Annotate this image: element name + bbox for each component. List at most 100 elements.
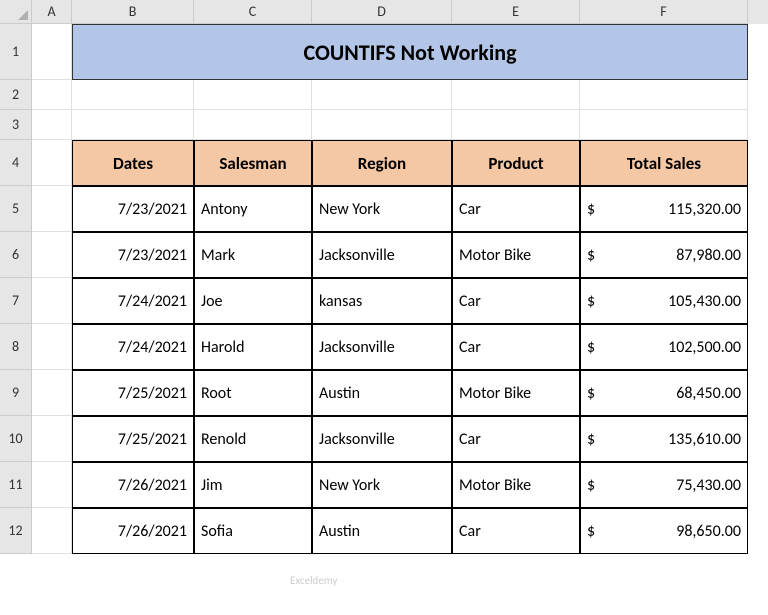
header-region[interactable]: Region — [312, 140, 452, 186]
row-header-8[interactable]: 8 — [0, 324, 32, 370]
watermark: Exceldemy — [290, 574, 337, 587]
table-row: 10 7/25/2021RenoldJacksonvilleCar$135,610… — [0, 416, 768, 462]
row-header-4[interactable]: 4 — [0, 140, 32, 186]
header-salesman[interactable]: Salesman — [194, 140, 312, 186]
cell-product[interactable]: Car — [452, 416, 580, 462]
cell-product[interactable]: Car — [452, 508, 580, 554]
row-header-11[interactable]: 11 — [0, 462, 32, 508]
cell-A10[interactable] — [32, 416, 72, 462]
cell-C3[interactable] — [194, 110, 312, 140]
cell-total-sales[interactable]: $87,980.00 — [580, 232, 748, 278]
cell-total-sales[interactable]: $68,450.00 — [580, 370, 748, 416]
cell-total-sales[interactable]: $115,320.00 — [580, 186, 748, 232]
cell-F2[interactable] — [580, 80, 748, 110]
cell-date[interactable]: 7/24/2021 — [72, 324, 194, 370]
cell-total-sales[interactable]: $135,610.00 — [580, 416, 748, 462]
col-header-D[interactable]: D — [312, 0, 452, 24]
cell-A6[interactable] — [32, 232, 72, 278]
table-row: 7 7/24/2021JoekansasCar$105,430.00 — [0, 278, 768, 324]
cell-date[interactable]: 7/23/2021 — [72, 186, 194, 232]
cell-region[interactable]: kansas — [312, 278, 452, 324]
cell-A12[interactable] — [32, 508, 72, 554]
table-row: 12 7/26/2021SofiaAustinCar$98,650.00 — [0, 508, 768, 554]
cell-product[interactable]: Motor Bike — [452, 462, 580, 508]
cell-date[interactable]: 7/25/2021 — [72, 416, 194, 462]
table-row: 5 7/23/2021AntonyNew YorkCar$115,320.00 — [0, 186, 768, 232]
cell-B3[interactable] — [72, 110, 194, 140]
cell-product[interactable]: Motor Bike — [452, 370, 580, 416]
cell-date[interactable]: 7/25/2021 — [72, 370, 194, 416]
cell-C2[interactable] — [194, 80, 312, 110]
cell-A9[interactable] — [32, 370, 72, 416]
cell-date[interactable]: 7/24/2021 — [72, 278, 194, 324]
cell-region[interactable]: New York — [312, 462, 452, 508]
row-header-12[interactable]: 12 — [0, 508, 32, 554]
select-all-corner[interactable] — [0, 0, 32, 24]
cell-date[interactable]: 7/26/2021 — [72, 508, 194, 554]
cell-region[interactable]: New York — [312, 186, 452, 232]
cell-salesman[interactable]: Sofia — [194, 508, 312, 554]
header-total-sales[interactable]: Total Sales — [580, 140, 748, 186]
col-header-E[interactable]: E — [452, 0, 580, 24]
cell-total-sales[interactable]: $98,650.00 — [580, 508, 748, 554]
cell-product[interactable]: Motor Bike — [452, 232, 580, 278]
row-header-5[interactable]: 5 — [0, 186, 32, 232]
header-dates[interactable]: Dates — [72, 140, 194, 186]
row-header-2[interactable]: 2 — [0, 80, 32, 110]
cell-product[interactable]: Car — [452, 324, 580, 370]
cell-region[interactable]: Jacksonville — [312, 416, 452, 462]
cell-total-sales[interactable]: $102,500.00 — [580, 324, 748, 370]
cell-region[interactable]: Austin — [312, 370, 452, 416]
cell-salesman[interactable]: Joe — [194, 278, 312, 324]
cell-A8[interactable] — [32, 324, 72, 370]
cell-A7[interactable] — [32, 278, 72, 324]
cell-B2[interactable] — [72, 80, 194, 110]
cell-E2[interactable] — [452, 80, 580, 110]
cell-salesman[interactable]: Jim — [194, 462, 312, 508]
cell-salesman[interactable]: Harold — [194, 324, 312, 370]
cell-A11[interactable] — [32, 462, 72, 508]
col-header-A[interactable]: A — [32, 0, 72, 24]
cell-salesman[interactable]: Antony — [194, 186, 312, 232]
cell-product[interactable]: Car — [452, 278, 580, 324]
row-header-9[interactable]: 9 — [0, 370, 32, 416]
table-row: 6 7/23/2021MarkJacksonvilleMotor Bike$87,… — [0, 232, 768, 278]
row-header-6[interactable]: 6 — [0, 232, 32, 278]
row-4: 4 Dates Salesman Region Product Total Sa… — [0, 140, 768, 186]
cell-total-sales[interactable]: $105,430.00 — [580, 278, 748, 324]
cell-date[interactable]: 7/23/2021 — [72, 232, 194, 278]
column-header-row: A B C D E F — [0, 0, 768, 24]
col-header-C[interactable]: C — [194, 0, 312, 24]
row-header-1[interactable]: 1 — [0, 24, 32, 80]
table-row: 9 7/25/2021RootAustinMotor Bike$68,450.00 — [0, 370, 768, 416]
cell-A1[interactable] — [32, 24, 72, 80]
table-row: 11 7/26/2021JimNew YorkMotor Bike$75,430.… — [0, 462, 768, 508]
cell-D2[interactable] — [312, 80, 452, 110]
cell-A3[interactable] — [32, 110, 72, 140]
row-1: 1 COUNTIFS Not Working — [0, 24, 768, 80]
cell-total-sales[interactable]: $75,430.00 — [580, 462, 748, 508]
cell-region[interactable]: Austin — [312, 508, 452, 554]
table-row: 8 7/24/2021HaroldJacksonvilleCar$102,500.… — [0, 324, 768, 370]
cell-salesman[interactable]: Root — [194, 370, 312, 416]
col-header-F[interactable]: F — [580, 0, 748, 24]
cell-region[interactable]: Jacksonville — [312, 324, 452, 370]
header-product[interactable]: Product — [452, 140, 580, 186]
cell-product[interactable]: Car — [452, 186, 580, 232]
row-header-3[interactable]: 3 — [0, 110, 32, 140]
row-header-10[interactable]: 10 — [0, 416, 32, 462]
spreadsheet: A B C D E F 1 COUNTIFS Not Working 2 3 4… — [0, 0, 768, 615]
title-cell[interactable]: COUNTIFS Not Working — [72, 24, 748, 80]
cell-salesman[interactable]: Renold — [194, 416, 312, 462]
cell-A2[interactable] — [32, 80, 72, 110]
cell-A4[interactable] — [32, 140, 72, 186]
cell-F3[interactable] — [580, 110, 748, 140]
cell-date[interactable]: 7/26/2021 — [72, 462, 194, 508]
cell-A5[interactable] — [32, 186, 72, 232]
cell-D3[interactable] — [312, 110, 452, 140]
col-header-B[interactable]: B — [72, 0, 194, 24]
cell-region[interactable]: Jacksonville — [312, 232, 452, 278]
row-header-7[interactable]: 7 — [0, 278, 32, 324]
cell-E3[interactable] — [452, 110, 580, 140]
cell-salesman[interactable]: Mark — [194, 232, 312, 278]
